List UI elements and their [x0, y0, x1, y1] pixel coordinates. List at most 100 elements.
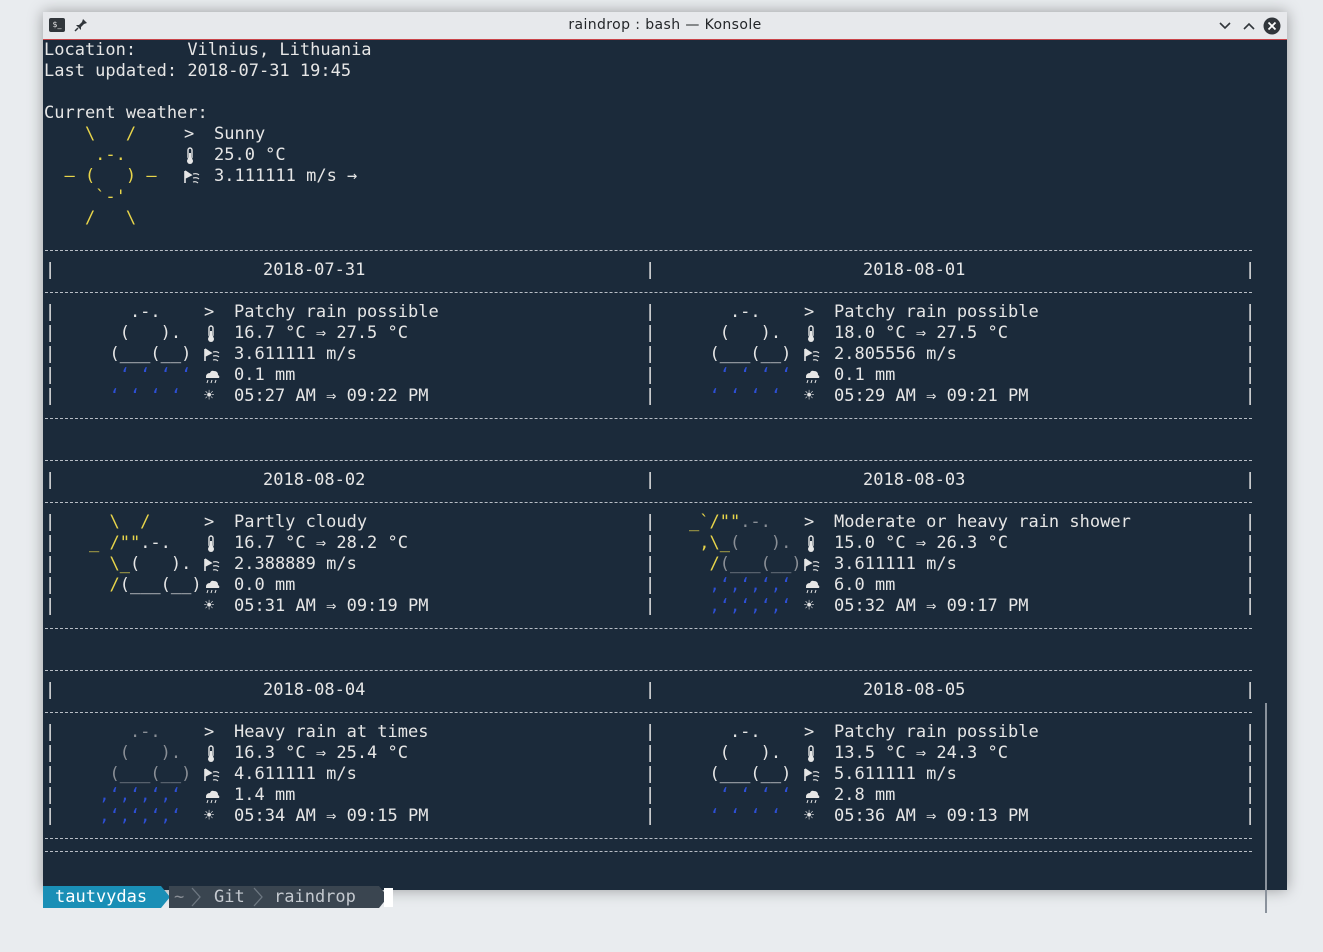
condition-marker: >	[204, 512, 215, 532]
condition-marker: >	[804, 512, 815, 532]
table-border: |	[1245, 512, 1256, 532]
table-border	[45, 502, 1252, 503]
minimize-icon[interactable]	[1216, 17, 1234, 35]
chevron-right-icon	[191, 887, 201, 907]
forecast-date: 2018-08-05	[863, 680, 966, 700]
window-title: raindrop : bash — Konsole	[568, 17, 762, 33]
table-border: |	[645, 344, 656, 364]
table-border: |	[645, 470, 656, 490]
forecast-temperature: 18.0 °C ⇒ 27.5 °C	[834, 323, 1008, 343]
forecast-wind: 3.611111 m/s	[834, 554, 957, 574]
condition-marker: >	[184, 124, 195, 144]
wind-icon	[184, 170, 200, 184]
updated-label: Last updated:	[44, 61, 178, 81]
forecast-wind: 3.611111 m/s	[234, 344, 357, 364]
weather-ascii-art: \ / _ /"".-. \_( ). /(___(__)	[89, 512, 202, 595]
table-border: |	[1245, 533, 1256, 553]
table-border	[45, 838, 1252, 839]
table-border: |	[645, 302, 656, 322]
table-border: |	[45, 386, 56, 406]
weather-ascii-art: .-. ( ). (___(__) ‚ʻ‚ʻ‚ʻ‚ʻ ‚ʻ‚ʻ‚ʻ‚ʻ	[89, 722, 192, 826]
prompt-dir-git: Git	[214, 887, 245, 907]
forecast-date: 2018-08-01	[863, 260, 966, 280]
konsole-window: $_ raindrop : bash — Konsole Location: V…	[43, 12, 1287, 913]
table-border: |	[645, 743, 656, 763]
forecast-date: 2018-08-03	[863, 470, 966, 490]
forecast-temperature: 16.7 °C ⇒ 27.5 °C	[234, 323, 408, 343]
table-border: |	[45, 260, 56, 280]
location-value: Vilnius, Lithuania	[187, 40, 372, 60]
weather-ascii-art: .-. ( ). (___(__) ʻ ʻ ʻ ʻ ʻ ʻ ʻ ʻ	[689, 722, 792, 826]
forecast-date: 2018-07-31	[263, 260, 366, 280]
current-temperature: 25.0 °C	[214, 145, 286, 165]
condition-marker: >	[804, 302, 815, 322]
location-label: Location:	[44, 40, 137, 60]
table-border: |	[45, 575, 56, 595]
title-bar[interactable]: $_ raindrop : bash — Konsole	[43, 12, 1287, 40]
table-border: |	[645, 764, 656, 784]
forecast-wind: 2.388889 m/s	[234, 554, 357, 574]
table-border: |	[645, 722, 656, 742]
thermometer-icon	[203, 535, 219, 559]
close-icon[interactable]	[1263, 17, 1281, 35]
chevron-right-icon	[253, 887, 263, 907]
updated-value: 2018-07-31 19:45	[187, 61, 352, 81]
weather-ascii-art: .-. ( ). (___(__) ʻ ʻ ʻ ʻ ʻ ʻ ʻ ʻ	[89, 302, 192, 406]
text-cursor	[384, 888, 393, 907]
table-border: |	[1245, 323, 1256, 343]
forecast-condition: Heavy rain at times	[234, 722, 429, 742]
location-line: Location: Vilnius, Lithuania	[44, 40, 372, 61]
maximize-icon[interactable]	[1240, 17, 1258, 35]
table-border: |	[45, 533, 56, 553]
table-border: |	[645, 806, 656, 826]
table-border: |	[1245, 470, 1256, 490]
table-border: |	[45, 554, 56, 574]
forecast-precipitation: 0.0 mm	[234, 575, 296, 595]
table-border: |	[45, 743, 56, 763]
table-border: |	[45, 680, 56, 700]
wind-icon	[203, 557, 220, 579]
table-border: |	[45, 302, 56, 322]
terminal-area[interactable]: Location: Vilnius, Lithuania Last update…	[43, 40, 1273, 913]
sun-icon: ☀	[204, 386, 215, 406]
sun-icon: ☀	[804, 806, 815, 826]
sun-icon: ☀	[204, 806, 215, 826]
table-border: |	[45, 764, 56, 784]
table-border: |	[45, 344, 56, 364]
forecast-wind: 2.805556 m/s	[834, 344, 957, 364]
table-border: |	[1245, 386, 1256, 406]
table-border: |	[1245, 554, 1256, 574]
table-border: |	[1245, 680, 1256, 700]
table-border: |	[645, 386, 656, 406]
table-border: |	[1245, 743, 1256, 763]
table-border: |	[645, 323, 656, 343]
table-border: |	[45, 722, 56, 742]
current-condition-row: >	[184, 124, 194, 145]
table-border: |	[1245, 365, 1256, 385]
forecast-temperature: 16.3 °C ⇒ 25.4 °C	[234, 743, 408, 763]
wind-icon	[203, 767, 220, 789]
table-border	[45, 851, 1252, 852]
table-border	[45, 712, 1252, 713]
sun-ascii-art: \ / .-. ― ( ) ― `-' / \	[64, 124, 157, 228]
table-border: |	[645, 260, 656, 280]
table-border: |	[45, 806, 56, 826]
forecast-sunrise-sunset: 05:34 AM ⇒ 09:15 PM	[234, 806, 429, 826]
forecast-precipitation: 6.0 mm	[834, 575, 896, 595]
condition-marker: >	[204, 302, 215, 322]
table-border: |	[1245, 596, 1256, 616]
prompt-home: ~	[174, 887, 185, 907]
forecast-precipitation: 0.1 mm	[834, 365, 896, 385]
wind-icon	[803, 347, 820, 369]
table-border: |	[1245, 575, 1256, 595]
scrollbar[interactable]	[1265, 703, 1267, 913]
table-border: |	[1245, 785, 1256, 805]
sun-icon: ☀	[804, 386, 815, 406]
table-border: |	[45, 365, 56, 385]
wind-icon	[803, 767, 820, 789]
current-condition: Sunny	[214, 124, 266, 144]
thermometer-icon	[803, 745, 819, 769]
table-border	[45, 628, 1252, 629]
forecast-condition: Patchy rain possible	[234, 302, 439, 322]
table-border: |	[1245, 260, 1256, 280]
